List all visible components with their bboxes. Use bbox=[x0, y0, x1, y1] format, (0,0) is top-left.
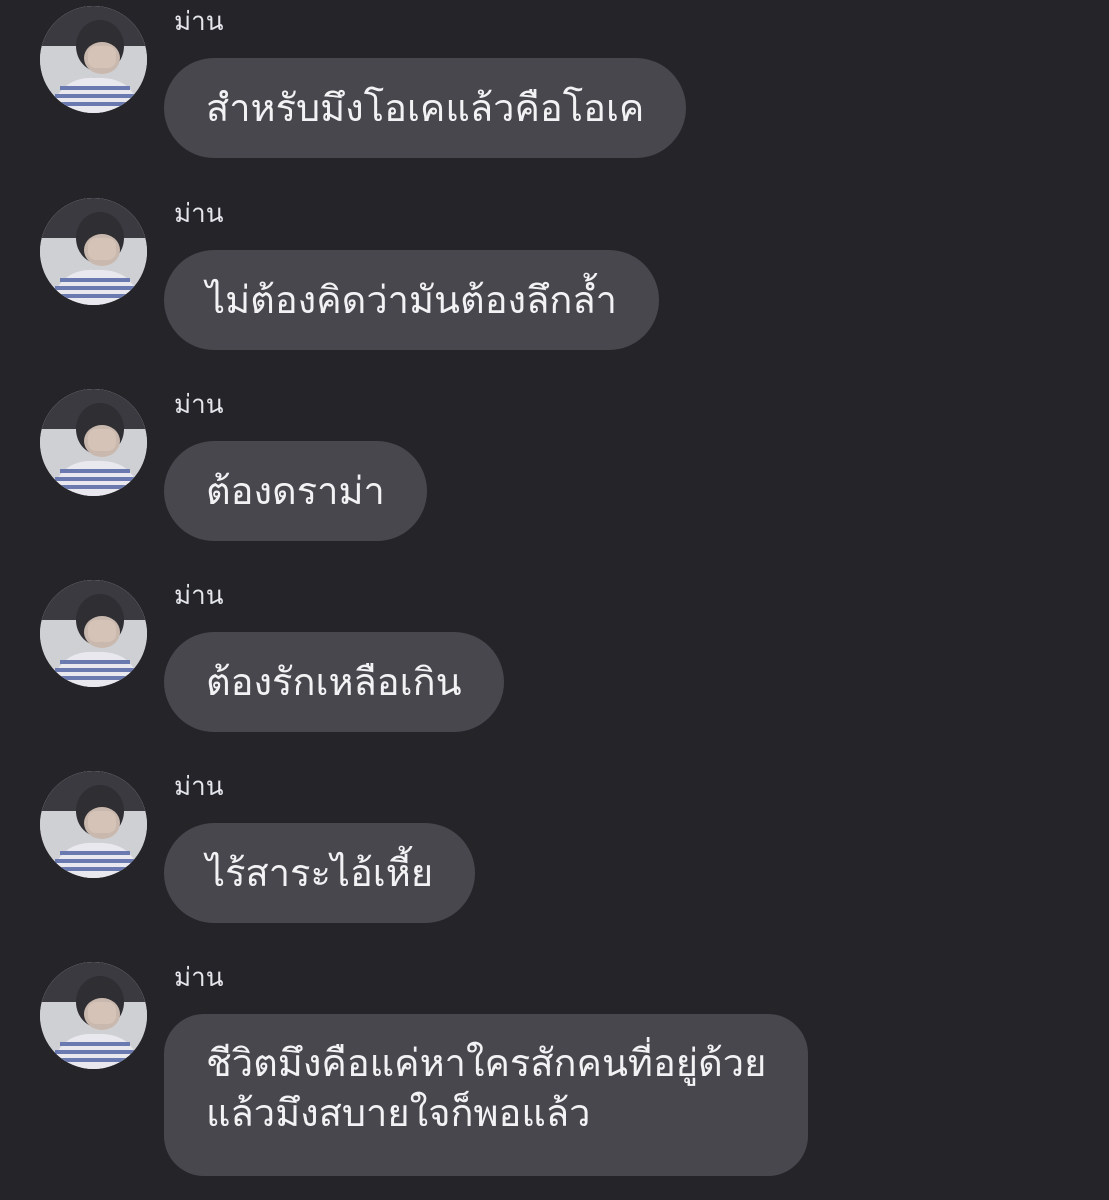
sender-name: ม่าน bbox=[174, 581, 224, 611]
avatar[interactable] bbox=[40, 389, 147, 496]
profile-photo-icon bbox=[40, 962, 147, 1069]
sender-name: ม่าน bbox=[174, 7, 224, 37]
avatar[interactable] bbox=[40, 771, 147, 878]
message-bubble[interactable]: ชีวิตมึงคือแค่หาใครสักคนที่อยู่ด้วย แล้ว… bbox=[164, 1014, 809, 1176]
message-text: ต้องดราม่า bbox=[206, 469, 385, 513]
message-text: ไร้สาระไอ้เหี้ย bbox=[206, 851, 434, 895]
message-text-line: ชีวิตมึงคือแค่หาใครสักคนที่อยู่ด้วย bbox=[206, 1041, 767, 1085]
avatar[interactable] bbox=[40, 580, 147, 687]
message-text: ไม่ต้องคิดว่ามันต้องลึกล้ำ bbox=[206, 278, 617, 322]
sender-name: ม่าน bbox=[174, 199, 224, 229]
message-bubble[interactable]: ต้องดราม่า bbox=[164, 441, 427, 541]
profile-photo-icon bbox=[40, 6, 147, 113]
message-bubble[interactable]: สำหรับมึงโอเคแล้วคือโอเค bbox=[164, 58, 687, 158]
message-thread: ม่าน สำหรับมึงโอเคแล้วคือโอเค ม่าน ไม่ต้… bbox=[0, 0, 1109, 1200]
avatar[interactable] bbox=[40, 6, 147, 113]
avatar[interactable] bbox=[40, 198, 147, 305]
message-bubble[interactable]: ต้องรักเหลือเกิน bbox=[164, 632, 504, 732]
profile-photo-icon bbox=[40, 580, 147, 687]
message-text-line: แล้วมึงสบายใจก็พอแล้ว bbox=[206, 1091, 591, 1135]
message-bubble[interactable]: ไม่ต้องคิดว่ามันต้องลึกล้ำ bbox=[164, 250, 659, 350]
message-bubble[interactable]: ไร้สาระไอ้เหี้ย bbox=[164, 823, 476, 923]
avatar[interactable] bbox=[40, 962, 147, 1069]
message-text: ต้องรักเหลือเกิน bbox=[206, 660, 462, 704]
sender-name: ม่าน bbox=[174, 963, 224, 993]
message-text: สำหรับมึงโอเคแล้วคือโอเค bbox=[206, 86, 645, 130]
profile-photo-icon bbox=[40, 389, 147, 496]
sender-name: ม่าน bbox=[174, 390, 224, 420]
profile-photo-icon bbox=[40, 198, 147, 305]
sender-name: ม่าน bbox=[174, 772, 224, 802]
profile-photo-icon bbox=[40, 771, 147, 878]
